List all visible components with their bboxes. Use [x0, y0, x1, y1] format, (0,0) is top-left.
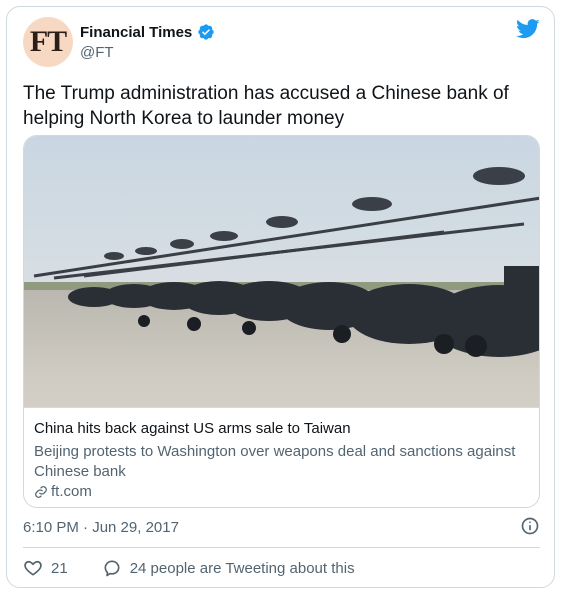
tweet-text: The Trump administration has accused a C…	[23, 83, 509, 129]
link-title[interactable]: China hits back against US arms sale to …	[34, 420, 351, 437]
tweeting-about-text: 24 people are Tweeting about this	[129, 559, 355, 577]
like-count: 21	[51, 559, 68, 577]
speech-bubble-icon	[104, 560, 120, 577]
info-icon[interactable]	[520, 516, 540, 536]
tweet-timestamp[interactable]: 6:10 PM · Jun 29, 2017	[23, 519, 179, 536]
link-description: Beijing protests to Washington over weap…	[34, 443, 516, 480]
author-name-row: Financial Times	[80, 23, 215, 41]
tweet-embed-card[interactable]: FT Financial Times @FT The Trump adminis…	[6, 6, 555, 588]
divider	[23, 547, 540, 548]
author-display-name[interactable]: Financial Times	[80, 24, 192, 41]
tweeting-about-link[interactable]: 24 people are Tweeting about this	[102, 558, 355, 578]
link-preview-meta[interactable]: China hits back against US arms sale to …	[24, 407, 539, 500]
link-preview-card[interactable]: China hits back against US arms sale to …	[23, 135, 540, 508]
link-preview-image[interactable]	[24, 136, 540, 407]
avatar-logo-text: FT	[29, 25, 67, 58]
like-button[interactable]: 21	[23, 558, 68, 578]
author-handle[interactable]: @FT	[80, 44, 114, 61]
tweet-actions: 21 24 people are Tweeting about this	[23, 556, 355, 580]
link-domain: ft.com	[51, 483, 92, 500]
avatar[interactable]: FT	[23, 17, 73, 67]
heart-icon	[24, 560, 42, 576]
link-icon	[35, 485, 47, 498]
link-domain-row[interactable]: ft.com	[34, 483, 92, 500]
twitter-bird-icon[interactable]	[516, 19, 540, 39]
verified-badge-icon	[198, 24, 214, 40]
